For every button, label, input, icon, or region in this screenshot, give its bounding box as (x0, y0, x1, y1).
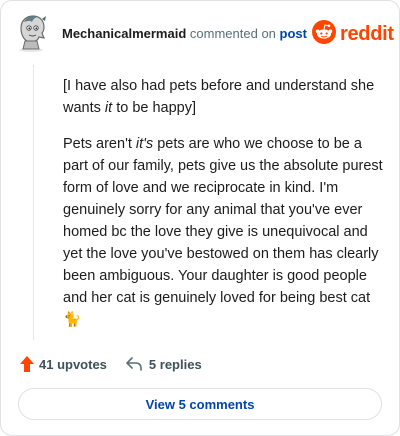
reddit-brand[interactable]: reddit (312, 19, 394, 49)
cat-emoji: 🐈 (63, 312, 82, 328)
post-link[interactable]: post (280, 26, 307, 41)
comment-paragraph-1: [I have also had pets before and underst… (63, 78, 375, 116)
comment-header: Mechanicalmermaid commented on post redd (1, 1, 399, 65)
thread-line (33, 65, 34, 340)
view-comments-button[interactable]: View 5 comments (18, 388, 382, 420)
comment-meta: Mechanicalmermaid commented on post (62, 26, 307, 42)
reply-count: 5 replies (148, 356, 202, 372)
upvote-button[interactable]: 41 upvotes (19, 355, 107, 373)
reply-arrow-icon (125, 356, 143, 372)
reddit-logo-icon (312, 19, 336, 49)
comment-card: Mechanicalmermaid commented on post redd (0, 0, 400, 436)
replies-button[interactable]: 5 replies (125, 356, 202, 372)
comment-paragraph-2: Pets aren't it's pets are who we choose … (63, 136, 383, 328)
username[interactable]: Mechanicalmermaid (62, 26, 186, 41)
comment-body: [I have also had pets before and underst… (63, 75, 383, 345)
reddit-wordmark: reddit (340, 22, 394, 45)
commented-on-text: commented on (189, 26, 276, 41)
upvote-count: 41 upvotes (39, 356, 107, 372)
comment-actions: 41 upvotes 5 replies (19, 353, 202, 375)
upvote-arrow-icon (19, 355, 35, 373)
avatar[interactable] (15, 14, 51, 52)
